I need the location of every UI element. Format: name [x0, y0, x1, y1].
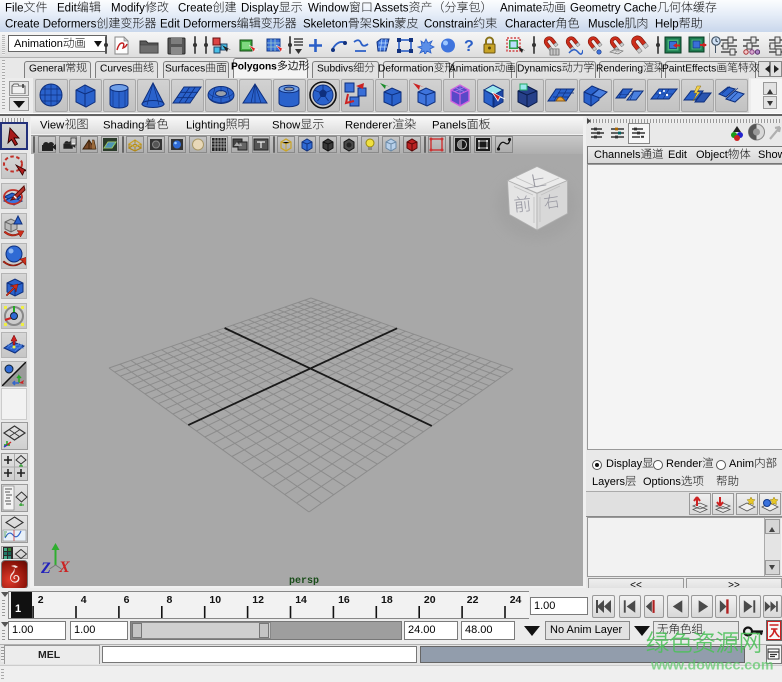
svg-text:16: 16 — [338, 594, 350, 606]
svg-text:18: 18 — [381, 594, 393, 606]
svg-text:Dynamics: Dynamics — [517, 63, 562, 74]
svg-text:Edit Deformers: Edit Deformers — [160, 18, 237, 30]
svg-text:Animation: Animation — [449, 63, 494, 74]
svg-text:File: File — [5, 2, 24, 14]
svg-text:Muscle: Muscle — [588, 18, 624, 30]
svg-text:Channels: Channels — [594, 149, 641, 161]
svg-text:22: 22 — [467, 594, 479, 606]
svg-text:Display: Display — [241, 2, 279, 14]
svg-text:8: 8 — [167, 594, 173, 606]
svg-text:24: 24 — [510, 594, 522, 606]
svg-text:Subdivs: Subdivs — [317, 63, 353, 74]
svg-text:Animation: Animation — [14, 38, 63, 50]
svg-text:Rendering: Rendering — [596, 63, 643, 74]
svg-text:Assets: Assets — [374, 2, 409, 14]
svg-text:Skin: Skin — [372, 18, 394, 30]
svg-text:Create Deformers: Create Deformers — [5, 18, 97, 30]
svg-text:Panels: Panels — [432, 119, 467, 131]
svg-text:View: View — [40, 119, 65, 131]
svg-text:?: ? — [464, 38, 474, 55]
svg-text:Skeleton: Skeleton — [303, 18, 348, 30]
svg-text:20: 20 — [424, 594, 436, 606]
svg-text:Show: Show — [272, 119, 301, 131]
svg-text:X: X — [58, 559, 70, 576]
svg-text:Character: Character — [505, 18, 556, 30]
svg-text:Display: Display — [606, 458, 643, 470]
svg-text:2: 2 — [38, 594, 44, 606]
svg-text:Object: Object — [696, 149, 728, 161]
svg-text:Deformation: Deformation — [378, 63, 434, 74]
svg-text:Anim: Anim — [729, 458, 754, 470]
svg-text:14: 14 — [295, 594, 307, 606]
svg-text:4: 4 — [81, 594, 87, 606]
svg-text:Curves: Curves — [100, 63, 132, 74]
svg-text:persp: persp — [289, 576, 319, 586]
svg-text:Help: Help — [655, 18, 679, 30]
svg-text:PaintEffects: PaintEffects — [662, 63, 716, 74]
svg-text:www.downcc.com: www.downcc.com — [650, 658, 773, 674]
svg-text:Polygons: Polygons — [231, 61, 277, 72]
svg-text:Modify: Modify — [111, 2, 145, 14]
svg-text:Animate: Animate — [500, 2, 542, 14]
svg-text:Edit: Edit — [668, 149, 687, 161]
svg-text:6: 6 — [124, 594, 130, 606]
svg-text:10: 10 — [209, 594, 221, 606]
svg-text:Layers: Layers — [592, 476, 626, 488]
svg-text:Z: Z — [40, 560, 51, 577]
svg-text:Shading: Shading — [103, 119, 144, 131]
svg-text:Lighting: Lighting — [186, 119, 226, 131]
svg-text:General: General — [29, 63, 65, 74]
svg-text:12: 12 — [252, 594, 264, 606]
svg-text:Edit: Edit — [57, 2, 78, 14]
svg-text:Render: Render — [666, 458, 702, 470]
svg-text:Renderer: Renderer — [345, 119, 392, 131]
svg-text:Options: Options — [643, 476, 681, 488]
svg-text:Surfaces: Surfaces — [165, 63, 205, 74]
svg-text:Geometry Cache: Geometry Cache — [570, 2, 657, 14]
svg-text:Show: Show — [758, 149, 782, 161]
svg-text:Constrain: Constrain — [424, 18, 473, 30]
svg-text:Window: Window — [308, 2, 350, 14]
svg-text:Create: Create — [178, 2, 213, 14]
